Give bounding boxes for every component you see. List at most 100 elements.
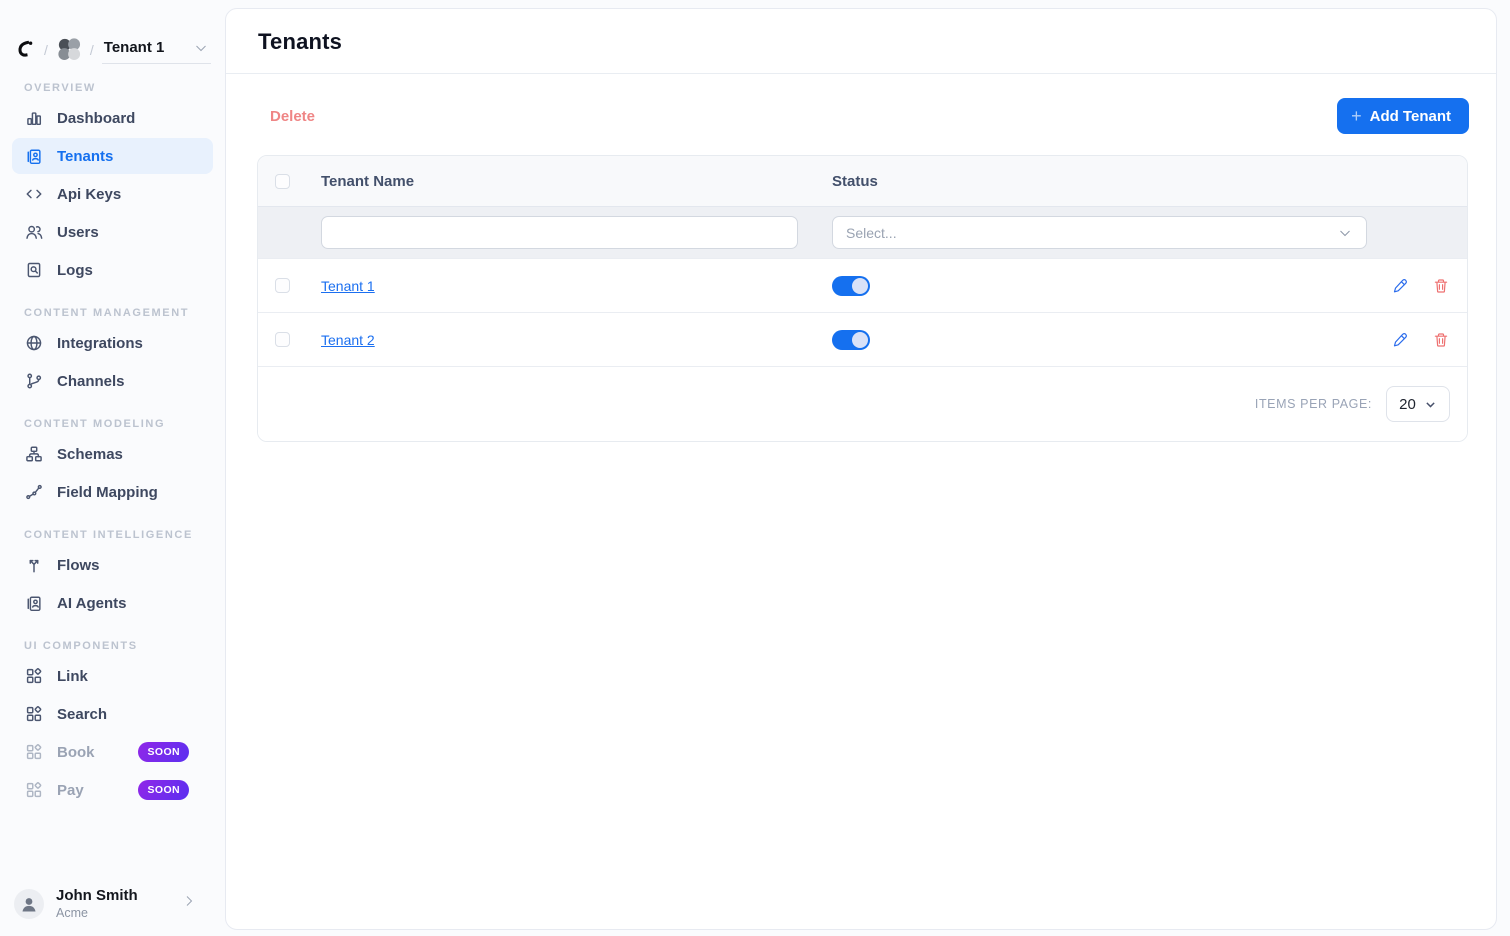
soon-badge: SOON: [138, 780, 189, 800]
field-mapping-icon: [24, 483, 43, 502]
sidebar-section-label: OVERVIEW: [0, 82, 225, 98]
sidebar-item-label: Search: [57, 706, 107, 723]
chevron-down-icon: [1337, 225, 1353, 241]
plus-icon: +: [1351, 107, 1362, 125]
integrations-icon: [24, 334, 43, 353]
sidebar-item-ai-agents[interactable]: AI Agents: [12, 585, 213, 621]
sidebar-item-link[interactable]: Link: [12, 658, 213, 694]
sidebar-section-label: CONTENT MANAGEMENT: [0, 307, 225, 323]
tenant-selector-label: Tenant 1: [104, 39, 165, 56]
logs-icon: [24, 261, 43, 280]
table-footer: ITEMS PER PAGE: 20: [258, 366, 1467, 441]
tenant-name-filter-input[interactable]: [321, 216, 798, 249]
component-icon: [24, 743, 43, 762]
items-per-page-label: ITEMS PER PAGE:: [1255, 397, 1372, 411]
sidebar-item-label: Book: [57, 744, 95, 761]
tenant-link[interactable]: Tenant 1: [321, 278, 375, 294]
trash-icon: [1433, 332, 1449, 348]
toggle-knob: [852, 278, 868, 294]
status-toggle[interactable]: [832, 330, 870, 350]
schemas-icon: [24, 445, 43, 464]
dashboard-icon: [24, 109, 43, 128]
table-body: Tenant 1 Tenant 2: [258, 258, 1467, 366]
flows-icon: [24, 556, 43, 575]
sidebar-item-dashboard[interactable]: Dashboard: [12, 100, 213, 136]
items-per-page-value: 20: [1399, 396, 1416, 413]
workspace-bar: / / Tenant 1: [0, 0, 225, 64]
user-name: John Smith: [56, 887, 169, 904]
sidebar-item-label: Dashboard: [57, 110, 135, 127]
table-row: Tenant 2: [258, 312, 1467, 366]
avatar: [14, 889, 44, 919]
user-company: Acme: [56, 906, 169, 920]
sidebar-item-label: Api Keys: [57, 186, 121, 203]
edit-button[interactable]: [1392, 278, 1408, 294]
sidebar-item-schemas[interactable]: Schemas: [12, 436, 213, 472]
sidebar-item-integrations[interactable]: Integrations: [12, 325, 213, 361]
main-content: Tenants Delete + Add Tenant Tenant Name …: [225, 0, 1510, 936]
status-filter-placeholder: Select...: [846, 225, 897, 241]
tenant-selector[interactable]: Tenant 1: [102, 39, 211, 64]
component-icon: [24, 705, 43, 724]
sidebar-item-tenants[interactable]: Tenants: [12, 138, 213, 174]
breadcrumb-separator: /: [89, 42, 95, 64]
sidebar-item-users[interactable]: Users: [12, 214, 213, 250]
channels-icon: [24, 372, 43, 391]
delete-row-button[interactable]: [1433, 278, 1449, 294]
toolbar: Delete + Add Tenant: [226, 74, 1496, 155]
delete-row-button[interactable]: [1433, 332, 1449, 348]
users-icon: [24, 223, 43, 242]
sidebar-section-content-management: CONTENT MANAGEMENT Integrations Channels: [0, 307, 225, 399]
column-header-status: Status: [832, 173, 1367, 190]
sidebar-item-channels[interactable]: Channels: [12, 363, 213, 399]
soon-badge: SOON: [138, 742, 189, 762]
sidebar-nav: OVERVIEW Dashboard Tenants Api Keys Users Log…: [0, 64, 225, 875]
pencil-icon: [1392, 332, 1408, 348]
row-checkbox[interactable]: [275, 278, 290, 293]
component-icon: [24, 781, 43, 800]
sidebar-item-pay[interactable]: Pay SOON: [12, 772, 213, 808]
sidebar-item-flows[interactable]: Flows: [12, 547, 213, 583]
user-meta: John Smith Acme: [56, 887, 169, 920]
card-header: Tenants: [226, 9, 1496, 74]
api-keys-icon: [24, 185, 43, 204]
sidebar-section-overview: OVERVIEW Dashboard Tenants Api Keys Users Log…: [0, 82, 225, 288]
tenants-icon: [24, 147, 43, 166]
toggle-knob: [852, 332, 868, 348]
sidebar-section-label: CONTENT INTELLIGENCE: [0, 529, 225, 545]
chevron-down-icon: [193, 40, 209, 56]
sidebar-item-label: Integrations: [57, 335, 143, 352]
breadcrumb-separator: /: [43, 42, 49, 64]
sidebar-item-api-keys[interactable]: Api Keys: [12, 176, 213, 212]
table-row: Tenant 1: [258, 258, 1467, 312]
sidebar-item-label: Pay: [57, 782, 84, 799]
status-toggle[interactable]: [832, 276, 870, 296]
tenants-card: Tenants Delete + Add Tenant Tenant Name …: [225, 8, 1497, 930]
sidebar-item-label: Users: [57, 224, 99, 241]
user-menu[interactable]: John Smith Acme: [0, 875, 225, 936]
sidebar-item-label: Flows: [57, 557, 100, 574]
tenant-link[interactable]: Tenant 2: [321, 332, 375, 348]
pencil-icon: [1392, 278, 1408, 294]
sidebar-item-label: Field Mapping: [57, 484, 158, 501]
add-tenant-button[interactable]: + Add Tenant: [1337, 98, 1469, 134]
chevron-right-icon: [181, 893, 211, 914]
table-header-row: Tenant Name Status: [258, 156, 1467, 206]
select-all-checkbox[interactable]: [275, 174, 290, 189]
sidebar-item-book[interactable]: Book SOON: [12, 734, 213, 770]
delete-button[interactable]: Delete: [270, 108, 315, 125]
items-per-page-select[interactable]: 20: [1386, 386, 1450, 422]
workspace-avatar[interactable]: [56, 36, 82, 62]
sidebar-item-field-mapping[interactable]: Field Mapping: [12, 474, 213, 510]
add-tenant-label: Add Tenant: [1370, 108, 1451, 125]
status-filter-select[interactable]: Select...: [832, 216, 1367, 249]
sidebar-item-logs[interactable]: Logs: [12, 252, 213, 288]
row-checkbox[interactable]: [275, 332, 290, 347]
edit-button[interactable]: [1392, 332, 1408, 348]
sidebar-section-ui-components: UI COMPONENTSLinkSearchBookSOONPaySOON: [0, 640, 225, 808]
component-icon: [24, 667, 43, 686]
logo-icon: [14, 38, 36, 62]
sidebar-section-label: CONTENT MODELING: [0, 418, 225, 434]
sidebar-item-search[interactable]: Search: [12, 696, 213, 732]
sidebar-section-content-intelligence: CONTENT INTELLIGENCE Flows AI Agents: [0, 529, 225, 621]
